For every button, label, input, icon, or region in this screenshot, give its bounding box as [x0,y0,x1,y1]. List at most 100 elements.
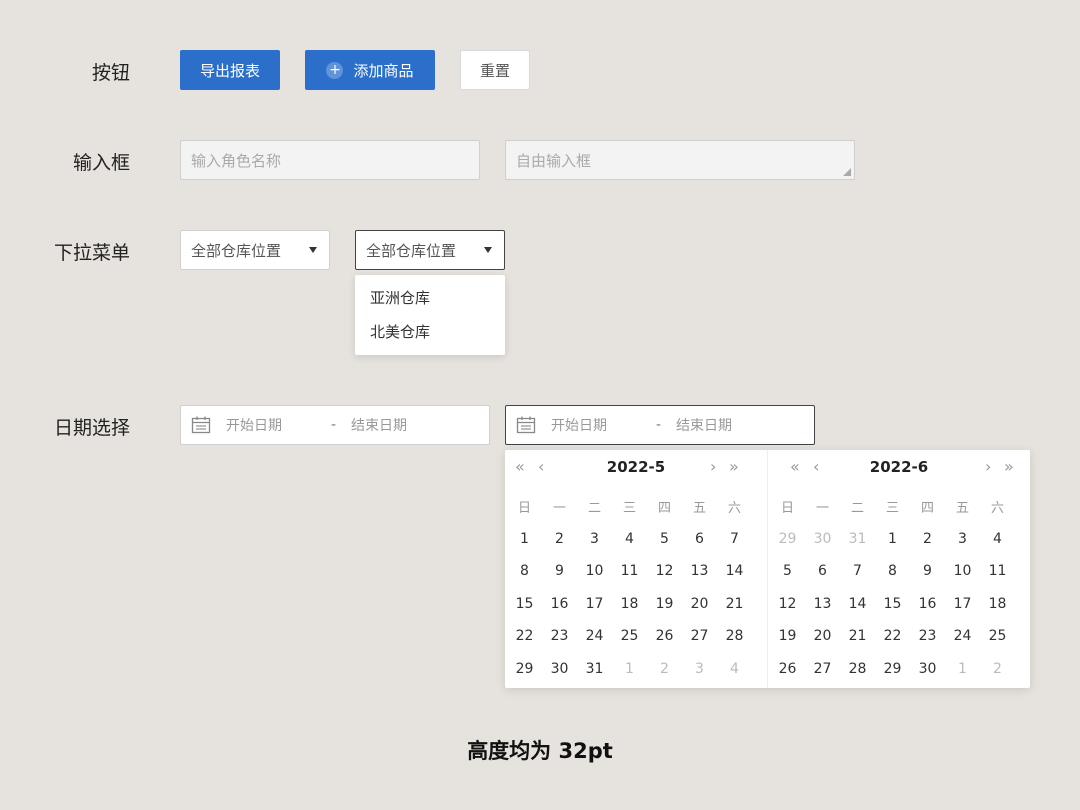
calendar-day[interactable]: 15 [507,596,542,612]
role-name-placeholder: 输入角色名称 [191,151,282,170]
calendar-day[interactable]: 17 [945,596,980,612]
calendar-day[interactable]: 20 [682,596,717,612]
calendar-day[interactable]: 24 [577,628,612,644]
calendar-day[interactable]: 5 [770,563,805,579]
calendar-day[interactable]: 14 [840,596,875,612]
date-range-picker[interactable]: 开始日期 - 结束日期 [180,405,490,445]
calendar-day[interactable]: 18 [980,596,1015,612]
date-range-picker-open[interactable]: 开始日期 - 结束日期 [505,405,815,445]
calendar-day[interactable]: 28 [840,661,875,677]
next-year-icon[interactable]: » [1004,456,1014,478]
row-label-dropdown: 下拉菜单 [53,242,130,264]
calendar-day[interactable]: 13 [682,563,717,579]
calendar-day[interactable]: 31 [840,531,875,547]
calendar-day[interactable]: 10 [945,563,980,579]
start-date-placeholder[interactable]: 开始日期 [551,415,656,435]
calendar-day[interactable]: 20 [805,628,840,644]
calendar-day[interactable]: 29 [770,531,805,547]
calendar-day[interactable]: 9 [542,563,577,579]
calendar-day[interactable]: 13 [805,596,840,612]
calendar-day[interactable]: 2 [910,531,945,547]
calendar-day[interactable]: 8 [507,563,542,579]
dropdown-option-asia[interactable]: 亚洲仓库 [355,281,505,315]
calendar-day[interactable]: 7 [840,563,875,579]
calendar-day[interactable]: 19 [770,628,805,644]
free-textarea[interactable]: 自由输入框 [505,140,855,180]
calendar-day[interactable]: 26 [647,628,682,644]
dropdown-option-north-america[interactable]: 北美仓库 [355,315,505,349]
next-year-icon[interactable]: » [729,456,739,478]
calendar-day[interactable]: 2 [542,531,577,547]
resize-grip-icon[interactable] [843,168,851,176]
calendar-day[interactable]: 1 [507,531,542,547]
calendar-day[interactable]: 28 [717,628,752,644]
calendar-day[interactable]: 10 [577,563,612,579]
calendar-day[interactable]: 3 [945,531,980,547]
calendar-week-row: 29 30 31 1 2 3 4 [770,523,1015,556]
next-month-icon[interactable]: › [710,456,716,478]
calendar-day[interactable]: 26 [770,661,805,677]
start-date-placeholder[interactable]: 开始日期 [226,415,331,435]
calendar-day[interactable]: 18 [612,596,647,612]
calendar-day[interactable]: 16 [542,596,577,612]
calendar-day[interactable]: 27 [805,661,840,677]
calendar-day[interactable]: 23 [542,628,577,644]
weekday-label: 三 [622,500,636,516]
calendar-day[interactable]: 1 [945,661,980,677]
calendar-day[interactable]: 31 [577,661,612,677]
calendar-day[interactable]: 14 [717,563,752,579]
calendar-day[interactable]: 12 [647,563,682,579]
calendar-day[interactable]: 30 [910,661,945,677]
weekday-label: 三 [885,500,899,516]
calendar-day[interactable]: 29 [507,661,542,677]
role-name-input[interactable]: 输入角色名称 [180,140,480,180]
add-product-button[interactable]: + 添加商品 [305,50,435,90]
next-month-icon[interactable]: › [985,456,991,478]
calendar-day[interactable]: 30 [542,661,577,677]
calendar-day[interactable]: 27 [682,628,717,644]
calendar-day[interactable]: 9 [910,563,945,579]
calendar-day[interactable]: 11 [612,563,647,579]
reset-button[interactable]: 重置 [460,50,530,90]
export-report-button[interactable]: 导出报表 [180,50,280,90]
calendar-day[interactable]: 11 [980,563,1015,579]
calendar-day[interactable]: 4 [717,661,752,677]
calendar-day[interactable]: 1 [875,531,910,547]
calendar-day[interactable]: 6 [682,531,717,547]
calendar-day[interactable]: 2 [647,661,682,677]
calendar-day[interactable]: 15 [875,596,910,612]
warehouse-select-open-value: 全部仓库位置 [366,241,457,260]
calendar-day[interactable]: 17 [577,596,612,612]
date-range-calendar: « ‹ 2022-5 › » 日一二三四五六 1 2 3 4 5 6 7 8 9 10 11 12 13 1… [505,450,1030,688]
calendar-day[interactable]: 1 [612,661,647,677]
calendar-day[interactable]: 22 [875,628,910,644]
calendar-day[interactable]: 3 [682,661,717,677]
end-date-placeholder[interactable]: 结束日期 [676,415,732,435]
caret-down-icon [309,247,317,253]
weekday-label: 一 [815,500,829,516]
calendar-day[interactable]: 12 [770,596,805,612]
calendar-day[interactable]: 6 [805,563,840,579]
calendar-day[interactable]: 3 [577,531,612,547]
calendar-day[interactable]: 5 [647,531,682,547]
calendar-day[interactable]: 23 [910,628,945,644]
warehouse-select-open[interactable]: 全部仓库位置 [355,230,505,270]
calendar-day[interactable]: 25 [612,628,647,644]
end-date-placeholder[interactable]: 结束日期 [351,415,407,435]
calendar-day[interactable]: 7 [717,531,752,547]
warehouse-select[interactable]: 全部仓库位置 [180,230,330,270]
calendar-day[interactable]: 22 [507,628,542,644]
weekday-label: 五 [955,500,969,516]
calendar-day[interactable]: 2 [980,661,1015,677]
calendar-day[interactable]: 4 [980,531,1015,547]
calendar-day[interactable]: 16 [910,596,945,612]
calendar-day[interactable]: 4 [612,531,647,547]
calendar-day[interactable]: 25 [980,628,1015,644]
calendar-day[interactable]: 19 [647,596,682,612]
calendar-day[interactable]: 21 [717,596,752,612]
calendar-day[interactable]: 30 [805,531,840,547]
calendar-day[interactable]: 29 [875,661,910,677]
calendar-day[interactable]: 21 [840,628,875,644]
calendar-day[interactable]: 8 [875,563,910,579]
calendar-day[interactable]: 24 [945,628,980,644]
